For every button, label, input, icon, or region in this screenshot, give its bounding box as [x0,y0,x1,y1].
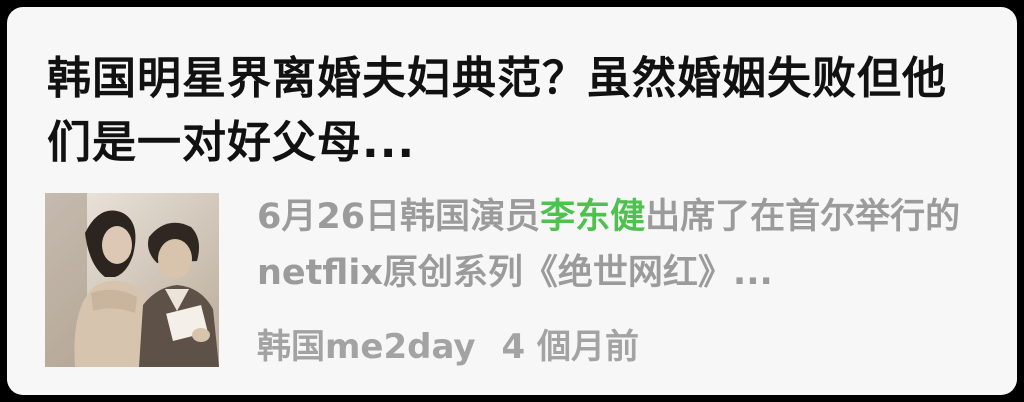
news-photo-thumbnail [45,193,219,367]
article-meta: 韩国me2day 4 個月前 [257,325,639,369]
publish-time: 4 個月前 [501,327,640,367]
source-name[interactable]: 韩国me2day [257,327,476,367]
highlighted-keyword[interactable]: 李东健 [540,197,645,237]
summary-prefix: 6月26日韩国演员 [257,197,541,237]
news-card[interactable]: 韩国明星界离婚夫妇典范？虽然婚姻失败但他们是一对好父母... 6月26日韩国演员… [7,7,1017,395]
article-title[interactable]: 韩国明星界离婚夫妇典范？虽然婚姻失败但他们是一对好父母... [47,47,987,175]
article-summary: 6月26日韩国演员李东健出席了在首尔举行的netflix原创系列《绝世网红》..… [257,189,997,301]
article-thumbnail[interactable] [45,193,219,367]
